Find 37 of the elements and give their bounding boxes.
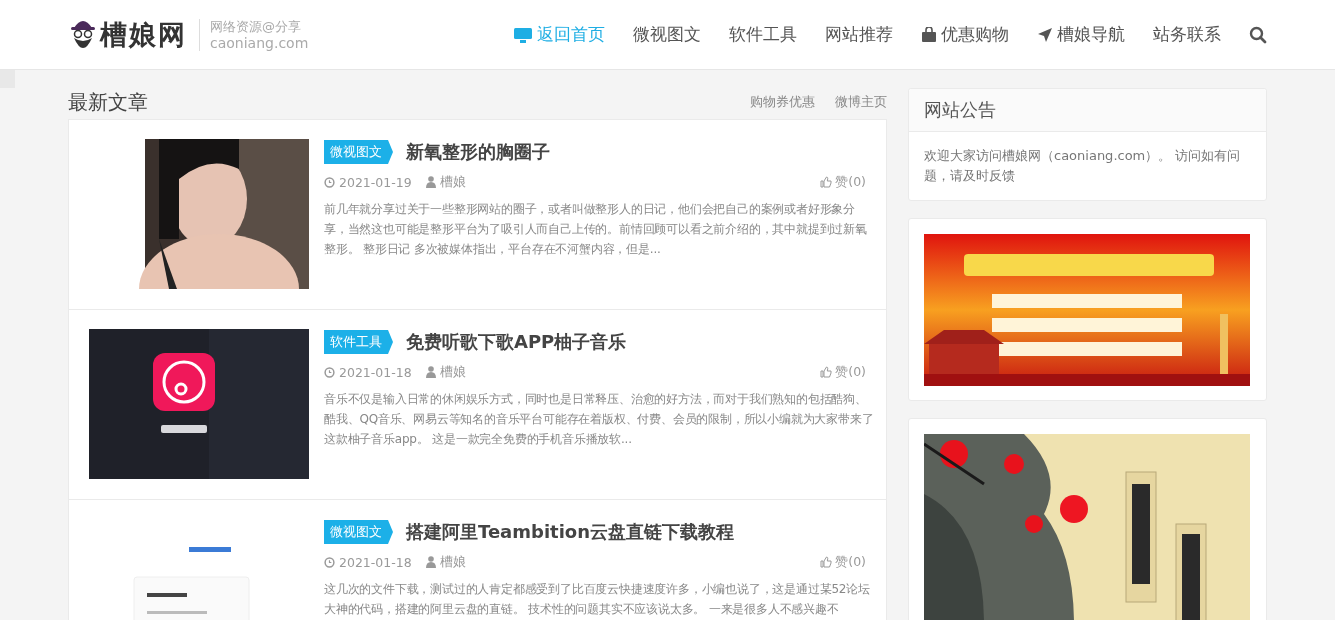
section-title: 最新文章 bbox=[68, 88, 148, 116]
site-domain: caoniang.com bbox=[210, 34, 309, 52]
location-arrow-icon bbox=[1037, 26, 1053, 43]
nav-item[interactable]: 网站推荐 bbox=[825, 23, 893, 46]
card-title: 网站公告 bbox=[909, 89, 1266, 132]
thumbs-up-icon bbox=[820, 366, 833, 378]
nav-item[interactable]: 站务联系 bbox=[1153, 23, 1221, 46]
article-author: 槽娘 bbox=[439, 363, 466, 381]
monitor-icon bbox=[513, 25, 533, 44]
article-author: 槽娘 bbox=[439, 173, 466, 191]
clock-icon bbox=[324, 556, 335, 568]
article-title[interactable]: 免费听歌下歌APP柚子音乐 bbox=[406, 330, 627, 354]
user-icon bbox=[425, 366, 436, 378]
notice-text: 欢迎大家访问槽娘网（caoniang.com）。 访问如有问题，请及时反馈 bbox=[923, 147, 1242, 185]
article-date: 2021-01-18 bbox=[339, 364, 412, 380]
article-title[interactable]: 新氧整形的胸圈子 bbox=[406, 140, 550, 164]
site-tagline: 网络资源@分享 bbox=[210, 17, 302, 35]
site-logo-text[interactable]: 槽娘网 bbox=[100, 16, 187, 53]
nav-item[interactable]: 微视图文 bbox=[633, 23, 701, 46]
article-title[interactable]: 搭建阿里Teambition云盘直链下载教程 bbox=[406, 520, 734, 544]
nav-item[interactable]: 软件工具 bbox=[729, 23, 797, 46]
article-date: 2021-01-19 bbox=[339, 174, 412, 190]
clock-icon bbox=[324, 366, 335, 378]
thumbs-up-icon bbox=[820, 556, 833, 568]
search-icon[interactable] bbox=[1249, 25, 1267, 44]
bag-icon bbox=[921, 26, 937, 43]
thumbs-up-icon bbox=[820, 176, 833, 188]
article-author: 槽娘 bbox=[439, 553, 466, 571]
article-excerpt: 前几年就分享过关于一些整形网站的圈子，或者叫做整形人的日记，他们会把自己的案例或者好形象分享，当然这也可能是整形平台为了吸引人而自己上传的。前情回顾可以看之前介绍的，其中就提到过新氧整形。 整形日记 多次被媒体指出，平台存在不河蟹内容，但是... bbox=[324, 201, 868, 258]
clock-icon bbox=[324, 176, 335, 188]
user-icon bbox=[425, 176, 436, 188]
article-excerpt: 音乐不仅是输入日常的休闲娱乐方式，同时也是日常释压、治愈的好方法，而对于我们熟知的包括酷狗、酷我、QQ音乐、网易云等知名的音乐平台可能存在着版权、付费、会员的限制，所以小编就为大家带来了这款柚子音乐app。 这是一款完全免费的手机音乐播放软... bbox=[324, 391, 875, 448]
nav-item[interactable]: 槽娘导航 bbox=[1037, 23, 1125, 46]
nav-item[interactable]: 优惠购物 bbox=[921, 23, 1009, 46]
user-icon bbox=[425, 556, 436, 568]
article-date: 2021-01-18 bbox=[339, 554, 412, 570]
article-excerpt: 这几次的文件下载，测试过的人肯定都感受到了比百度云快捷速度许多，小编也说了，这是通过某52论坛大神的代码，搭建的阿里云盘的直链。 技术性的问题其实不应该说太多。 一来是很多人不感兴趣不 bbox=[324, 581, 871, 618]
